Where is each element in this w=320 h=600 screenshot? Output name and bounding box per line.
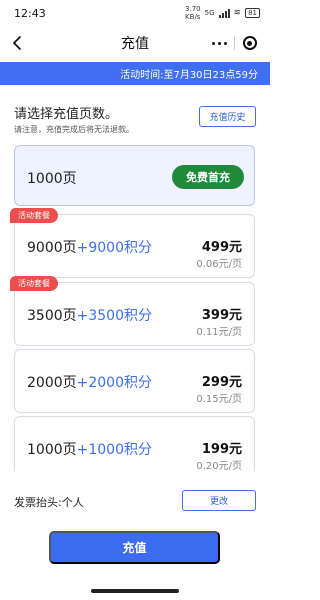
page-title: 充值 bbox=[121, 36, 149, 52]
activity-time-text: 活动时间:至7月30日23点59分 bbox=[120, 70, 258, 81]
package-list[interactable]: 1000页 免费首充 活动套餐 9000页+9000积分 499元 0.06元/… bbox=[0, 142, 270, 471]
change-invoice-button[interactable]: 更改 bbox=[182, 490, 256, 511]
package-price: 299元 bbox=[201, 375, 242, 390]
signal-icon bbox=[218, 8, 230, 18]
wifi-icon: ≋ bbox=[233, 8, 242, 18]
battery-icon: 81 bbox=[245, 8, 260, 18]
status-bar: 12:43 3.70 KB/s 5G ≋ 81 bbox=[0, 0, 270, 26]
refund-notice: 请注意，充值完成后将无法退款。 bbox=[14, 125, 134, 134]
recharge-history-button[interactable]: 充值历史 bbox=[199, 106, 256, 127]
more-icon[interactable] bbox=[204, 41, 234, 45]
free-first-option[interactable]: 1000页 免费首充 bbox=[14, 145, 255, 206]
package-card[interactable]: 1000页+1000积分 199元 0.20元/页 bbox=[14, 416, 255, 471]
package-pages: 1000页+1000积分 bbox=[27, 442, 152, 458]
package-unit-price: 0.11元/页 bbox=[196, 327, 242, 338]
select-prompt: 请选择充值页数。 bbox=[14, 107, 119, 122]
package-card[interactable]: 2000页+2000积分 299元 0.15元/页 bbox=[14, 349, 255, 413]
package-pages: 2000页+2000积分 bbox=[27, 375, 152, 391]
package-price: 499元 bbox=[201, 240, 242, 255]
package-points: +9000积分 bbox=[76, 240, 152, 256]
network-speed: 3.70 KB/s bbox=[185, 5, 201, 21]
close-icon[interactable] bbox=[235, 36, 264, 50]
package-pages: 3500页+3500积分 bbox=[27, 308, 152, 324]
activity-tag: 活动套餐 bbox=[10, 276, 58, 291]
activity-banner: 活动时间:至7月30日23点59分 bbox=[0, 62, 270, 85]
package-points: +3500积分 bbox=[76, 308, 152, 324]
mini-program-capsule bbox=[204, 31, 264, 55]
activity-tag: 活动套餐 bbox=[10, 208, 58, 223]
package-unit-price: 0.06元/页 bbox=[196, 259, 242, 270]
home-indicator[interactable] bbox=[91, 589, 179, 593]
package-unit-price: 0.20元/页 bbox=[196, 461, 242, 471]
network-type: 5G bbox=[204, 9, 215, 17]
package-unit-price: 0.15元/页 bbox=[196, 394, 242, 405]
free-first-badge: 免费首充 bbox=[172, 165, 244, 189]
invoice-title: 发票抬头:个人 bbox=[14, 496, 84, 509]
package-card[interactable]: 3500页+3500积分 399元 0.11元/页 bbox=[14, 282, 255, 346]
package-pages: 9000页+9000积分 bbox=[27, 240, 152, 256]
option-pages: 1000页 bbox=[27, 171, 77, 187]
package-points: +1000积分 bbox=[76, 442, 152, 458]
status-time: 12:43 bbox=[14, 6, 46, 20]
package-points: +2000积分 bbox=[76, 375, 152, 391]
package-card[interactable]: 9000页+9000积分 499元 0.06元/页 bbox=[14, 214, 255, 278]
status-icons: 3.70 KB/s 5G ≋ 81 bbox=[185, 5, 260, 21]
package-price: 399元 bbox=[201, 308, 242, 323]
nav-bar: 充值 bbox=[0, 26, 270, 60]
package-price: 199元 bbox=[201, 442, 242, 457]
back-icon[interactable] bbox=[8, 33, 28, 53]
recharge-button[interactable]: 充值 bbox=[49, 531, 220, 564]
